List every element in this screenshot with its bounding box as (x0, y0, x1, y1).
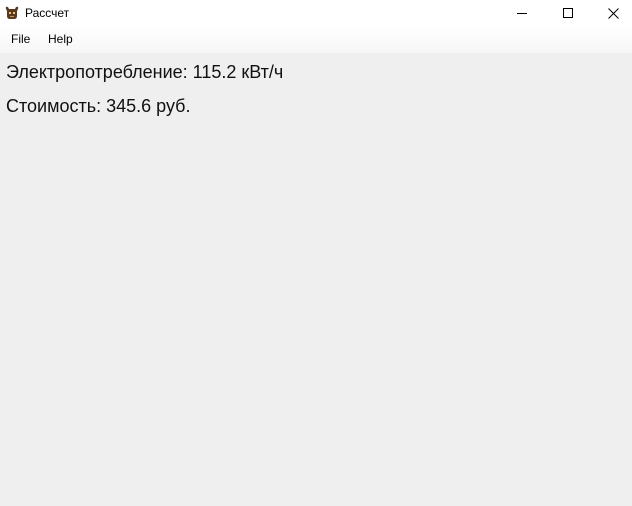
power-consumption-label: Электропотребление: 115.2 кВт/ч (6, 62, 284, 82)
main-content: Электропотребление: 115.2 кВт/ч Стоимост… (0, 53, 632, 506)
minimize-button[interactable] (499, 0, 545, 26)
app-window: Рассчет File Help Электропотребление: 11… (0, 0, 632, 506)
title-bar[interactable]: Рассчет (0, 0, 632, 26)
menu-help[interactable]: Help (48, 26, 73, 53)
window-title: Рассчет (25, 6, 70, 20)
maximize-button[interactable] (545, 0, 591, 26)
maximize-icon (563, 8, 573, 18)
menu-bar: File Help (0, 26, 632, 53)
minimize-icon (517, 8, 527, 18)
menu-file[interactable]: File (11, 26, 30, 53)
buffalo-icon (4, 5, 20, 21)
close-icon (607, 7, 619, 19)
cost-label: Стоимость: 345.6 руб. (6, 96, 191, 116)
close-button[interactable] (590, 0, 632, 26)
